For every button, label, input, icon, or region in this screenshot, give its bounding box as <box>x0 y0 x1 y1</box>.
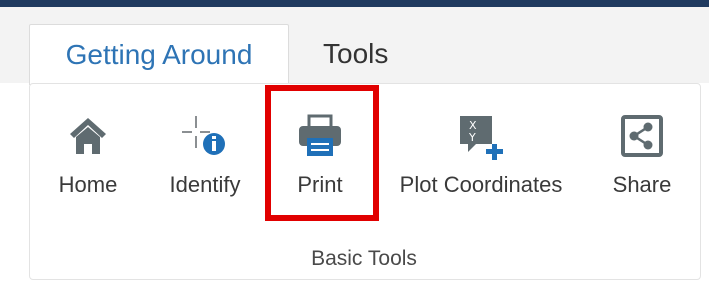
share-label: Share <box>612 172 672 197</box>
identify-label: Identify <box>169 172 241 197</box>
share-icon <box>621 115 663 157</box>
home-button[interactable]: Home <box>52 114 124 224</box>
tab-getting-around[interactable]: Getting Around <box>29 24 289 85</box>
tab-tools[interactable]: Tools <box>323 24 388 84</box>
identify-icon <box>182 116 225 155</box>
home-label: Home <box>58 172 118 197</box>
plot-coordinates-button[interactable]: X Y Plot Coordinates <box>392 114 570 224</box>
plot-coordinates-icon: X Y <box>460 116 503 160</box>
ribbon-tab-strip: Getting Around Tools <box>0 7 709 85</box>
svg-text:Y: Y <box>468 131 476 144</box>
print-highlight-box <box>265 85 379 221</box>
identify-button[interactable]: Identify <box>160 114 250 224</box>
ribbon-group-label: Basic Tools <box>311 247 417 270</box>
top-bar <box>0 0 709 7</box>
home-icon <box>70 118 106 154</box>
share-button[interactable]: Share <box>606 114 678 224</box>
plot-coordinates-label: Plot Coordinates <box>399 172 563 197</box>
